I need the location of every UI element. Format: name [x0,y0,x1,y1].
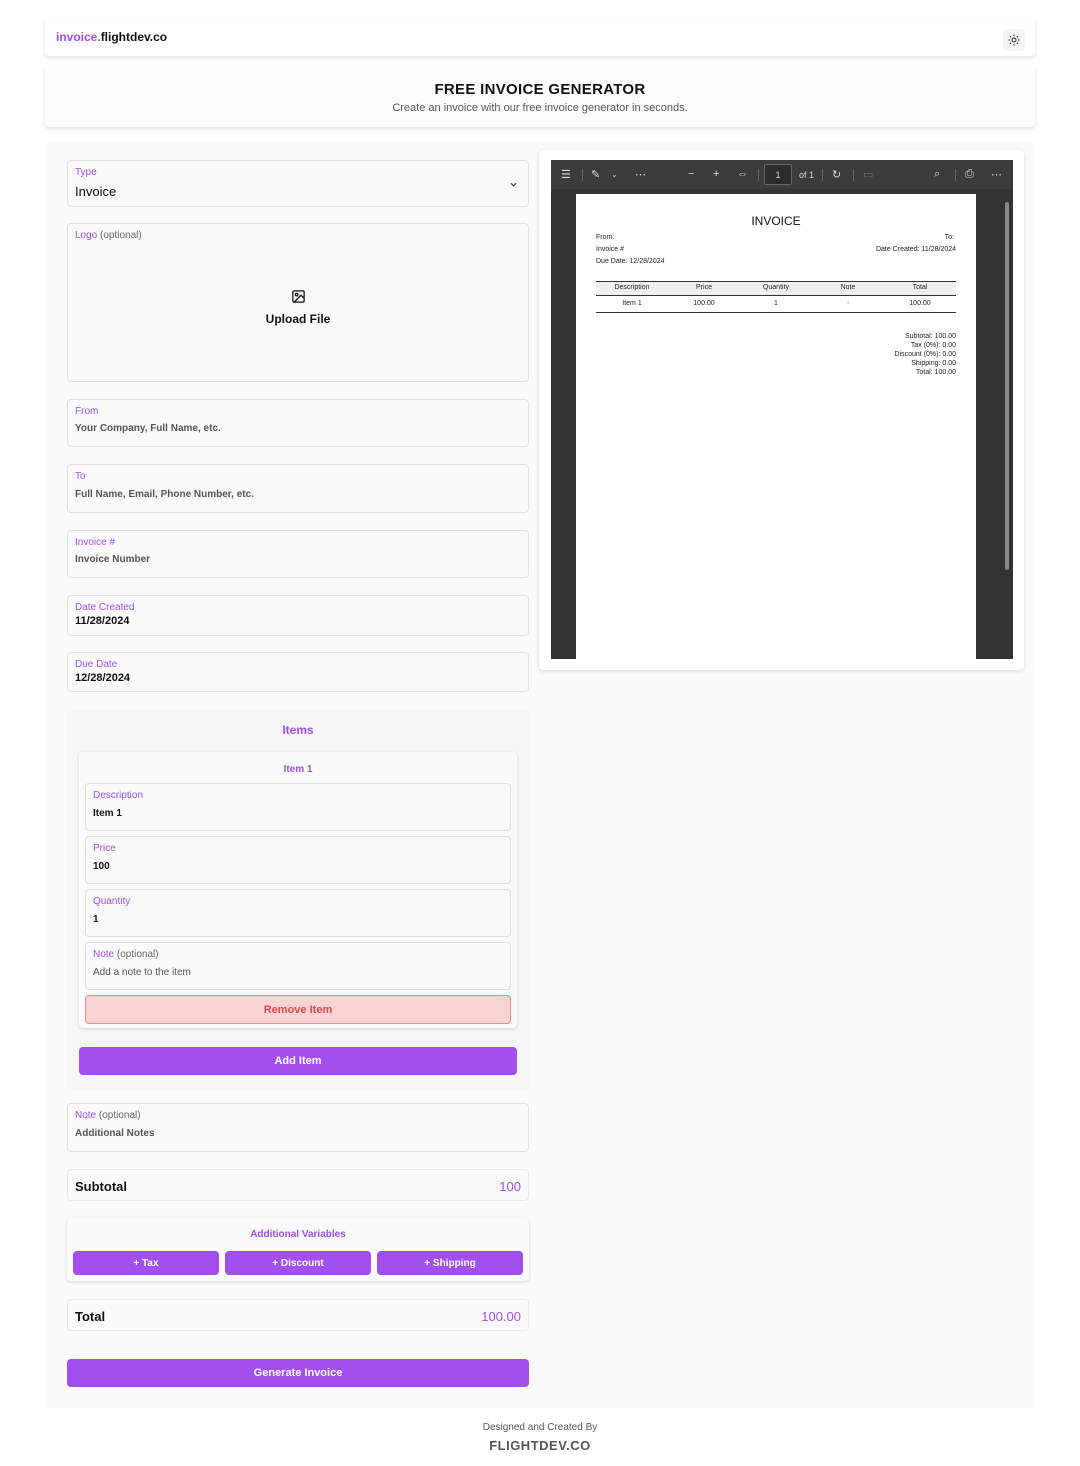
date-created-field[interactable]: Date Created 11/28/2024 [67,595,529,636]
add-discount-button[interactable]: + Discount [225,1251,371,1275]
invoice-number-field[interactable]: Invoice # Invoice Number [67,530,529,578]
page-number-input[interactable]: 1 [764,164,792,185]
due-date-field[interactable]: Due Date 12/28/2024 [67,652,529,692]
note-field[interactable]: Note (optional) Additional Notes [67,1103,529,1152]
subtotal-row: Subtotal 100 [67,1169,529,1201]
image-icon [292,290,305,303]
item-card: Item 1 Description Item 1 Price 100 Quan… [79,752,517,1028]
item-price-field[interactable]: Price 100 [85,836,511,884]
pdf-toolbar: ☰ ✎ ⌄ ⋯ − + ⇔ 1 of 1 ↻ ▭ ⌕ ⎙ ⋯ [551,160,1013,189]
pdf-scrollbar[interactable] [1004,193,1010,659]
brand-logo[interactable]: invoice.flightdev.co [56,30,167,44]
highlight-icon[interactable]: ✎ [591,168,600,181]
items-section: Items Item 1 Description Item 1 Price 10… [67,710,529,1090]
search-icon[interactable]: ⌕ [934,168,940,181]
fit-page-icon[interactable]: ⇔ [737,168,748,180]
type-select[interactable]: Type Invoice [67,160,529,207]
two-page-icon[interactable]: ▭ [863,168,873,181]
total-value: 100.00 [481,1309,521,1324]
chevron-down-icon[interactable]: ⌄ [611,170,618,179]
sun-icon [1008,34,1020,46]
outline-icon[interactable]: ☰ [561,168,571,181]
logo-upload-area[interactable]: Logo (optional) Upload File [67,223,529,382]
hero-banner: FREE INVOICE GENERATOR Create an invoice… [45,66,1035,127]
additional-variables-section: Additional Variables + Tax + Discount + … [67,1218,529,1281]
rotate-icon[interactable]: ↻ [832,168,841,181]
generate-invoice-button[interactable]: Generate Invoice [67,1359,529,1387]
footer-credit: Designed and Created By [482,1422,598,1433]
page-subtitle: Create an invoice with our free invoice … [392,102,688,114]
item-description-field[interactable]: Description Item 1 [85,783,511,831]
add-item-button[interactable]: Add Item [79,1047,517,1075]
from-field[interactable]: From Your Company, Full Name, etc. [67,399,529,447]
item-quantity-field[interactable]: Quantity 1 [85,889,511,937]
chevron-down-icon [510,182,517,187]
add-tax-button[interactable]: + Tax [73,1251,219,1275]
theme-toggle-button[interactable] [1003,29,1025,51]
upload-file-label: Upload File [265,312,331,326]
more-tools-icon[interactable]: ⋯ [635,168,646,181]
add-shipping-button[interactable]: + Shipping [377,1251,523,1275]
save-icon[interactable]: ⎙ [965,168,974,181]
top-navbar: invoice.flightdev.co [45,17,1035,56]
subtotal-value: 100 [499,1179,521,1194]
total-row: Total 100.00 [67,1299,529,1331]
pdf-page: INVOICE From: To: Invoice # Date Created… [576,194,976,659]
page-title: FREE INVOICE GENERATOR [434,81,646,98]
footer-brand-link[interactable]: FLIGHTDEV.CO [0,1438,1080,1453]
more-icon[interactable]: ⋯ [991,168,1002,181]
item-note-field[interactable]: Note (optional) Add a note to the item [85,942,511,990]
zoom-in-icon[interactable]: + [713,168,719,180]
remove-item-button[interactable]: Remove Item [85,995,511,1024]
to-field[interactable]: To Full Name, Email, Phone Number, etc. [67,464,529,513]
zoom-out-icon[interactable]: − [688,168,694,180]
